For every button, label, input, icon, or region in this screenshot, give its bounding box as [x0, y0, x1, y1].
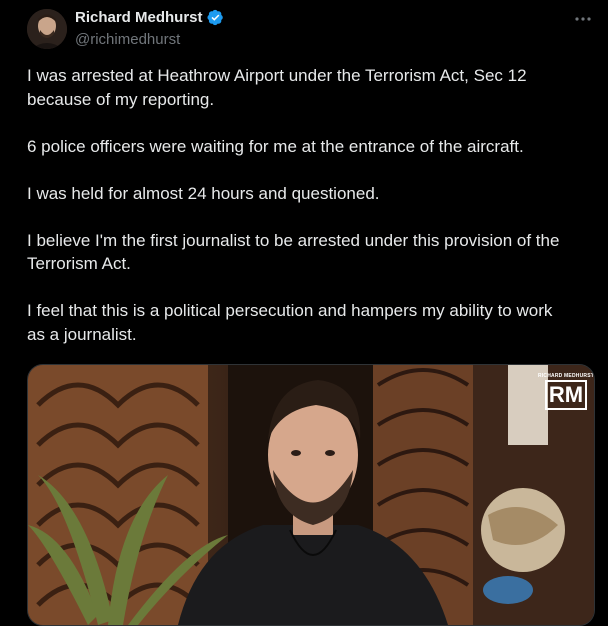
tweet: Richard Medhurst @richimedhurst I was ar…: [0, 0, 608, 626]
watermark-big-text: RM: [544, 380, 588, 410]
video-thumbnail: [28, 365, 594, 625]
watermark-small-text: RICHARD MEDHURST: [538, 373, 594, 379]
more-options-icon[interactable]: [572, 8, 594, 30]
avatar[interactable]: [27, 9, 67, 49]
tweet-text: I was arrested at Heathrow Airport under…: [27, 66, 560, 344]
author-handle[interactable]: @richimedhurst: [75, 31, 180, 48]
display-name[interactable]: Richard Medhurst: [75, 9, 203, 26]
verified-badge-icon[interactable]: [206, 9, 224, 26]
rm-watermark-logo: RICHARD MEDHURST RM: [538, 373, 594, 423]
tweet-video[interactable]: RICHARD MEDHURST RM: [27, 364, 595, 626]
author-name-row[interactable]: Richard Medhurst: [75, 9, 224, 26]
avatar-photo: [27, 9, 67, 49]
